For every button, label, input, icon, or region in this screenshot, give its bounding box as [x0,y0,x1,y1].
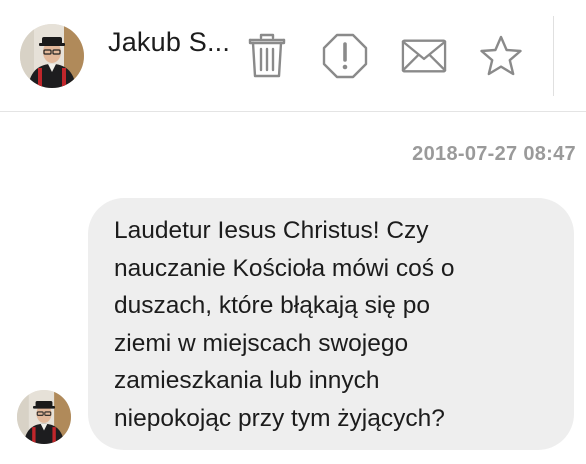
message-line: zamieszkania lub innych [114,367,380,394]
user-avatar-photo-icon [20,24,84,88]
message-bubble[interactable]: Laudetur Iesus Christus! Czy nauczanie K… [88,198,574,450]
message-line: ziemi w miejscach swojego [114,329,409,357]
user-avatar-photo-icon [17,390,71,444]
mail-button[interactable] [401,33,447,79]
trash-icon [248,33,286,78]
favorite-button[interactable] [478,33,524,79]
message-line: nauczanie Kościoła mówi coś o [114,254,455,282]
sender-avatar[interactable] [17,390,71,444]
contact-name[interactable]: Jakub S... [108,27,230,58]
message-timestamp: 2018-07-27 08:47 [412,143,576,165]
alert-octagon-icon [322,33,368,79]
message-thread-page: Jakub S... 2018-07-27 08:47 Laudetur Ies… [0,0,586,464]
report-button[interactable] [322,33,368,79]
envelope-icon [401,39,447,73]
thread-header: Jakub S... [0,0,586,112]
star-icon [480,35,522,76]
header-divider [553,16,554,96]
delete-button[interactable] [244,33,290,79]
message-line: duszach, które błąkają się po [114,292,430,319]
message-line: niepokojąc przy tym żyjących? [114,404,445,432]
message-line: Laudetur Iesus Christus! Czy [114,217,429,244]
contact-avatar[interactable] [20,24,84,88]
